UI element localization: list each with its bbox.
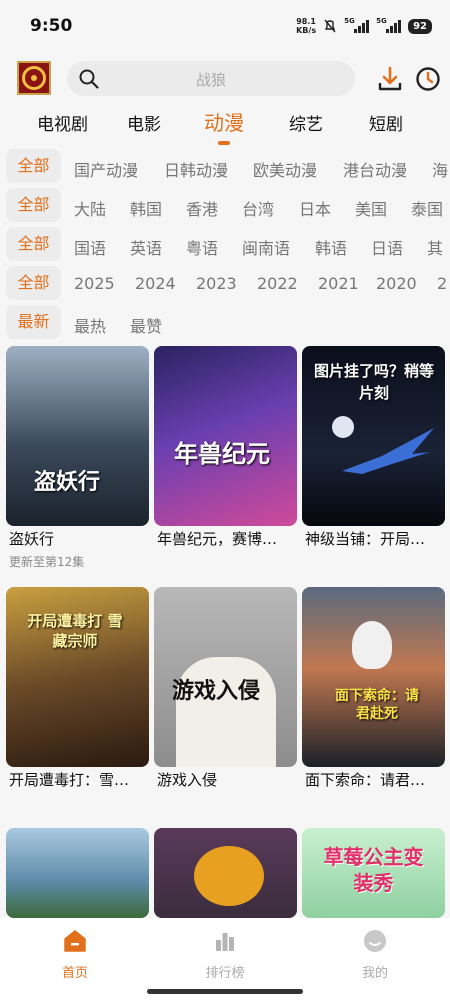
card-title: 面下索命：请君… [305,771,426,789]
app-logo[interactable] [17,61,51,95]
app-header: 战狼 [0,56,450,100]
status-icons: 98.1 KB/s 5G 5G 92 [296,17,432,35]
poster-title-art: 图片挂了吗？稍等片刻 [313,362,434,402]
filter-option[interactable]: 2022 [257,274,298,293]
poster-title-art: 开局遭毒打 雪藏宗师 [27,612,123,650]
status-bar: 9:50 98.1 KB/s 5G 5G 92 [0,0,450,52]
filter-option[interactable]: 2023 [196,274,237,293]
card-title: 神级当铺：开局… [305,530,426,548]
search-input[interactable]: 战狼 [67,61,355,96]
card-title: 年兽纪元，赛博… [157,530,278,548]
battery-indicator: 92 [408,18,432,34]
history-icon[interactable] [415,66,441,92]
tab-movie[interactable]: 电影 [127,110,161,135]
poster-title-art: 草莓公主变装秀 [323,845,424,895]
filter-option[interactable]: 最赞 [130,313,162,337]
home-icon [64,930,86,952]
profile-icon [364,930,386,952]
filter-option[interactable]: 其 [427,235,443,259]
network-speed: 98.1 KB/s [296,17,317,35]
filter-option[interactable]: 港台动漫 [343,157,407,181]
poster-title-art: 面下索命：请君赴死 [335,688,419,722]
filter-option[interactable]: 欧美动漫 [253,157,317,181]
filter-chip-selected[interactable]: 全部 [6,227,61,261]
card-episode-status: 更新至第12集 [9,555,85,569]
filter-option[interactable]: 韩国 [130,196,162,220]
ranking-icon [216,933,234,951]
filter-option[interactable]: 韩语 [315,235,347,259]
filter-option[interactable]: 国产动漫 [74,157,138,181]
filter-row-type: 全部 国产动漫 日韩动漫 欧美动漫 港台动漫 海 [0,149,450,185]
nav-home[interactable]: 首页 [35,928,115,981]
poster-image: 年兽纪元 [154,346,297,526]
filter-chip-selected[interactable]: 全部 [6,266,61,300]
filter-option[interactable]: 泰国 [411,196,443,220]
filter-chip-selected[interactable]: 全部 [6,149,61,183]
filter-option[interactable]: 日本 [299,196,331,220]
tab-variety[interactable]: 综艺 [289,110,323,135]
filter-option[interactable]: 2020 [376,274,417,293]
filter-option[interactable]: 2021 [318,274,359,293]
signal-icon-sim2: 5G [376,17,402,33]
nav-profile[interactable]: 我的 [335,928,415,981]
filter-option[interactable]: 2 [437,274,447,293]
filter-option[interactable]: 美国 [355,196,387,220]
poster-image: 面下索命：请君赴死 [302,587,445,767]
tab-anime[interactable]: 动漫 [204,107,244,145]
poster-image: 游戏入侵 [154,587,297,767]
poster-image: 开局遭毒打 雪藏宗师 [6,587,149,767]
filter-row-region: 全部 大陆 韩国 香港 台湾 日本 美国 泰国 [0,188,450,224]
poster-title-art: 游戏入侵 [172,679,261,704]
poster-image: 图片挂了吗？稍等片刻 [302,346,445,526]
filter-option[interactable]: 台湾 [242,196,274,220]
filter-option[interactable]: 香港 [186,196,218,220]
nav-label: 我的 [361,966,388,981]
signal-icon-sim1: 5G [344,17,370,33]
search-placeholder: 战狼 [195,71,226,89]
card-title: 盗妖行 [9,530,55,548]
filter-option[interactable]: 2024 [135,274,176,293]
card-title: 开局遭毒打：雪… [9,771,130,789]
home-indicator [147,989,303,994]
filter-row-year: 全部 2025 2024 2023 2022 2021 2020 2 [0,266,450,302]
nav-label: 排行榜 [205,966,245,981]
tab-short-drama[interactable]: 短剧 [369,110,403,135]
filter-row-language: 全部 国语 英语 粤语 闽南语 韩语 日语 其 [0,227,450,263]
filter-option[interactable]: 国语 [74,235,106,259]
filter-option[interactable]: 海 [432,157,448,181]
mute-icon [324,19,336,33]
poster-title-art: 年兽纪元 [174,440,270,468]
nav-ranking[interactable]: 排行榜 [185,928,265,981]
card-title: 游戏入侵 [157,771,218,789]
poster-image: 草莓公主变装秀 [302,828,445,918]
poster-title-art: 盗妖行 [34,470,101,495]
tab-tv[interactable]: 电视剧 [37,110,88,135]
filter-chip-selected[interactable]: 全部 [6,188,61,222]
filter-option[interactable]: 闽南语 [242,235,290,259]
status-time: 9:50 [30,16,73,36]
filter-chip-selected[interactable]: 最新 [6,305,61,339]
nav-label: 首页 [61,966,88,981]
poster-image [6,828,149,918]
filter-row-sort: 最新 最热 最赞 [0,305,450,341]
filter-option[interactable]: 粤语 [186,235,218,259]
category-tabs: 电视剧 电影 动漫 综艺 短剧 [0,104,450,145]
filter-option[interactable]: 日语 [371,235,403,259]
filter-option[interactable]: 日韩动漫 [164,157,228,181]
filter-option[interactable]: 2025 [74,274,115,293]
filter-option[interactable]: 大陆 [74,196,106,220]
filter-option[interactable]: 英语 [130,235,162,259]
filter-option[interactable]: 最热 [74,313,106,337]
poster-image: 盗妖行 [6,346,149,526]
download-icon[interactable] [377,66,403,92]
poster-image [154,828,297,918]
